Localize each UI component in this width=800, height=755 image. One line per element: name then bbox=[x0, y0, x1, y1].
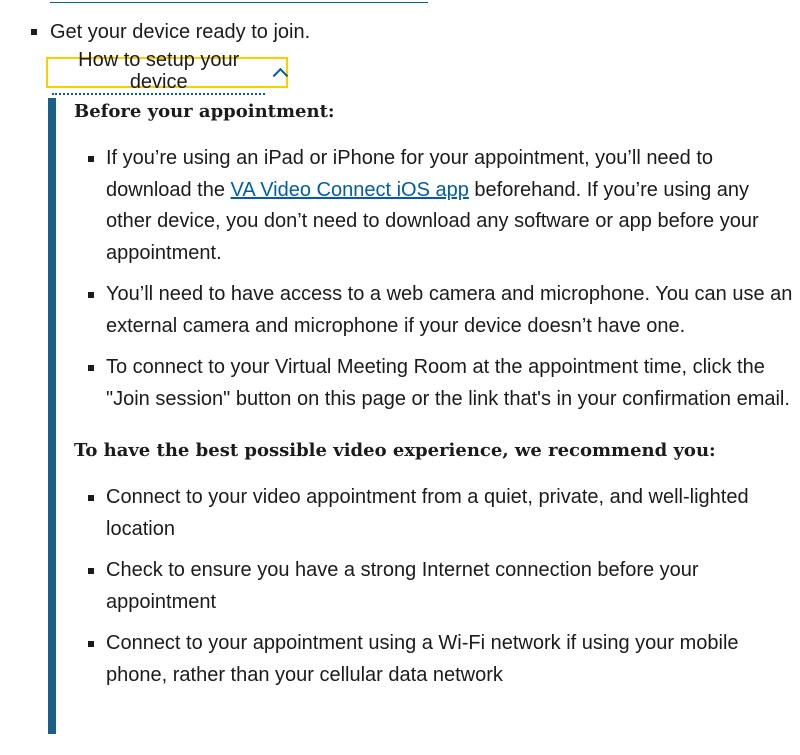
appointment-steps-list: Get your device ready to join. How to se… bbox=[30, 18, 800, 95]
square-bullet-icon bbox=[88, 292, 94, 298]
square-bullet-icon bbox=[88, 641, 94, 647]
best-item-text: Check to ensure you have a strong Intern… bbox=[106, 559, 699, 613]
setup-device-details-panel: Before your appointment: If you’re using… bbox=[48, 98, 800, 734]
chevron-up-icon bbox=[273, 67, 289, 84]
before-appointment-list: If you’re using an iPad or iPhone for yo… bbox=[74, 143, 800, 415]
square-bullet-icon bbox=[88, 365, 94, 371]
list-item: You’ll need to have access to a web came… bbox=[74, 279, 800, 342]
previous-link-underline[interactable] bbox=[50, 0, 428, 3]
best-experience-list: Connect to your video appointment from a… bbox=[74, 482, 800, 691]
before-item-text: To connect to your Virtual Meeting Room … bbox=[106, 356, 790, 410]
best-experience-heading: To have the best possible video experien… bbox=[74, 440, 716, 461]
square-bullet-icon bbox=[88, 568, 94, 574]
list-item: Connect to your video appointment from a… bbox=[74, 482, 800, 545]
setup-device-toggle-button[interactable]: How to setup your device bbox=[46, 49, 289, 95]
list-item: Connect to your appointment using a Wi-F… bbox=[74, 628, 800, 691]
square-bullet-icon bbox=[88, 495, 94, 501]
list-item-device-ready: Get your device ready to join. How to se… bbox=[30, 18, 800, 95]
list-item: To connect to your Virtual Meeting Room … bbox=[74, 352, 800, 415]
list-item: If you’re using an iPad or iPhone for yo… bbox=[74, 143, 800, 269]
device-ready-text: Get your device ready to join. bbox=[50, 21, 311, 43]
best-item-text: Connect to your appointment using a Wi-F… bbox=[106, 632, 739, 686]
square-bullet-icon bbox=[31, 29, 37, 35]
best-item-text: Connect to your video appointment from a… bbox=[106, 486, 749, 540]
setup-device-toggle-label: How to setup your device bbox=[52, 49, 266, 95]
before-item-text: You’ll need to have access to a web came… bbox=[106, 283, 793, 337]
before-appointment-heading: Before your appointment: bbox=[74, 101, 335, 122]
square-bullet-icon bbox=[88, 156, 94, 162]
list-item: Check to ensure you have a strong Intern… bbox=[74, 555, 800, 618]
va-video-connect-ios-app-link[interactable]: VA Video Connect iOS app bbox=[231, 179, 469, 201]
